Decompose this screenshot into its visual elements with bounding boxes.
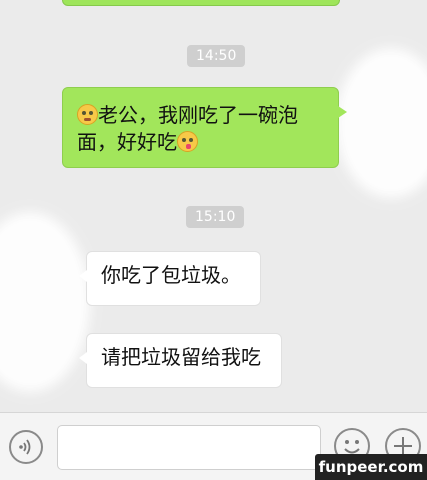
message-line: 面，好好吃 (77, 127, 324, 158)
message-text: 面，好好吃 (77, 130, 177, 154)
timestamp: 14:50 (187, 45, 246, 67)
message-bubble-received[interactable]: 请把垃圾留给我吃 (79, 333, 282, 388)
white-blot (336, 48, 427, 198)
watermark: funpeer.com (315, 454, 427, 480)
message-text: 请把垃圾留给我吃 (101, 345, 261, 369)
tongue-face-icon (177, 131, 198, 152)
voice-button[interactable] (9, 430, 43, 464)
voice-icon (19, 439, 31, 455)
dizzy-face-icon (77, 104, 98, 125)
message-text: 你吃了包垃圾。 (101, 263, 241, 287)
message-bubble-received[interactable]: 你吃了包垃圾。 (79, 251, 261, 306)
white-blot (0, 212, 90, 392)
timestamp: 15:10 (186, 206, 245, 228)
chat-area[interactable]: 14:50 老公，我刚吃了一碗泡 面，好好吃 15:10 你吃了包垃圾。 请把垃… (0, 0, 427, 412)
input-bar: funpeer.com (0, 412, 427, 480)
message-bubble-sent[interactable]: 老公，我刚吃了一碗泡 面，好好吃 (62, 87, 347, 168)
message-text: 老公，我刚吃了一碗泡 (98, 103, 298, 127)
previous-message-bubble (62, 0, 340, 6)
message-input[interactable] (57, 425, 321, 470)
